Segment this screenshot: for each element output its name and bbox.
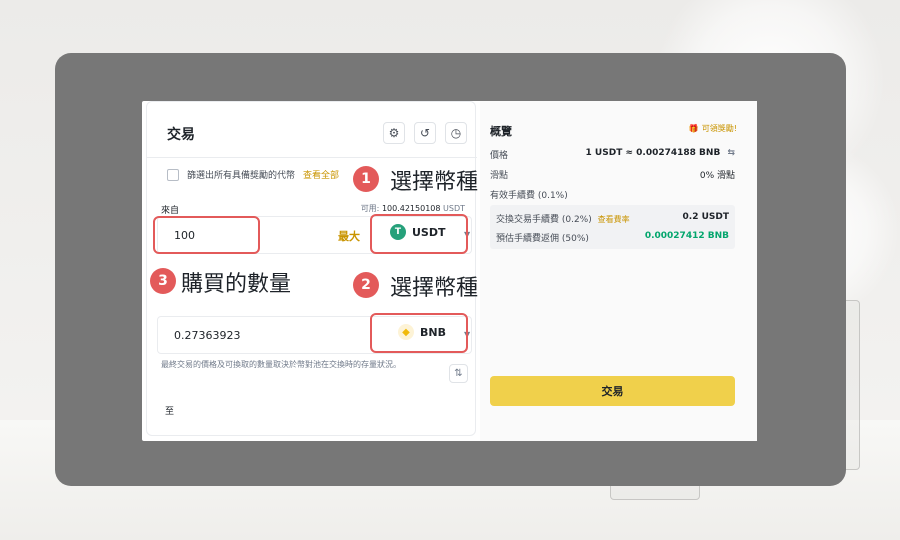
callout-1-text: 選擇幣種 bbox=[390, 170, 479, 195]
swap-rate-icon[interactable]: ⇆ bbox=[727, 148, 735, 158]
price-value: 1 USDT ≈ 0.00274188 BNB ⇆ bbox=[585, 148, 735, 158]
rebate-row: 預估手續費返佣 (50%) 0.00027412 BNB bbox=[496, 231, 729, 244]
reward-badge[interactable]: 🎁 可領獎勵! bbox=[689, 123, 737, 134]
effective-fee-label: 有效手續費 (0.1%) bbox=[490, 191, 568, 201]
swap-fee-value: 0.2 USDT bbox=[682, 212, 729, 222]
history-icon[interactable]: ◷ bbox=[445, 122, 467, 144]
to-label: 至 bbox=[165, 407, 175, 417]
slippage-value: 0% 滑點 bbox=[699, 171, 735, 181]
effective-fee-row: 有效手續費 (0.1%) bbox=[490, 188, 735, 201]
gear-icon[interactable]: ⚙ bbox=[383, 122, 405, 144]
available-balance: 可用: 100.42150108 USDT bbox=[361, 203, 465, 214]
price-note: 最終交易的價格及可換取的數量取決於幣對池在交換時的存量狀況。 bbox=[161, 360, 401, 369]
callout-1-badge: 1 bbox=[353, 166, 379, 192]
available-unit: USDT bbox=[443, 204, 465, 213]
trade-button[interactable]: 交易 bbox=[490, 376, 735, 406]
trade-title: 交易 bbox=[167, 127, 195, 143]
rebate-label: 預估手續費返佣 (50%) bbox=[496, 234, 589, 244]
header-icons: ⚙ ↺ ◷ bbox=[383, 122, 467, 144]
from-coin-highlight bbox=[370, 214, 468, 254]
rebate-value: 0.00027412 BNB bbox=[644, 231, 729, 241]
callout-3-badge: 3 bbox=[150, 268, 176, 294]
header-divider bbox=[147, 157, 477, 158]
available-label: 可用: bbox=[360, 204, 380, 213]
from-label: 來自 bbox=[161, 206, 180, 216]
fee-details-box: 交換交易手續費 (0.2%) 查看費率 0.2 USDT 預估手續費返佣 (50… bbox=[490, 205, 735, 249]
callout-2-badge: 2 bbox=[353, 272, 379, 298]
to-coin-highlight bbox=[370, 313, 468, 353]
reward-filter-label: 篩選出所有具備獎勵的代幣 bbox=[187, 171, 296, 181]
from-amount-highlight bbox=[153, 216, 260, 254]
swap-fee-row: 交換交易手續費 (0.2%) 查看費率 0.2 USDT bbox=[496, 212, 729, 225]
reward-filter-row: 篩選出所有具備獎勵的代幣 查看全部 bbox=[167, 168, 339, 181]
overview-title: 概覽 bbox=[490, 125, 512, 138]
reward-badge-label: 可領獎勵! bbox=[701, 124, 737, 133]
reward-filter-checkbox[interactable] bbox=[167, 168, 179, 181]
slippage-label: 滑點 bbox=[490, 171, 509, 181]
callout-3-text: 購買的數量 bbox=[181, 272, 292, 297]
swap-fee-label: 交換交易手續費 (0.2%) bbox=[496, 215, 592, 225]
refresh-icon[interactable]: ↺ bbox=[414, 122, 436, 144]
to-amount-input[interactable]: 0.27363923 bbox=[174, 329, 240, 342]
view-rate-link[interactable]: 查看費率 bbox=[598, 215, 630, 224]
gift-icon: 🎁 bbox=[688, 124, 699, 133]
callout-2-text: 選擇幣種 bbox=[390, 276, 479, 301]
slippage-row: 滑點 0% 滑點 bbox=[490, 168, 735, 181]
price-label: 價格 bbox=[490, 151, 509, 161]
price-row: 價格 1 USDT ≈ 0.00274188 BNB ⇆ bbox=[490, 148, 735, 161]
max-button[interactable]: 最大 bbox=[338, 228, 360, 244]
view-all-link[interactable]: 查看全部 bbox=[303, 168, 339, 181]
available-value: 100.42150108 bbox=[381, 204, 441, 213]
swap-direction-icon[interactable]: ⇅ bbox=[449, 364, 468, 383]
overview-panel: 概覽 🎁 可領獎勵! 價格 1 USDT ≈ 0.00274188 BNB ⇆ … bbox=[480, 101, 757, 441]
